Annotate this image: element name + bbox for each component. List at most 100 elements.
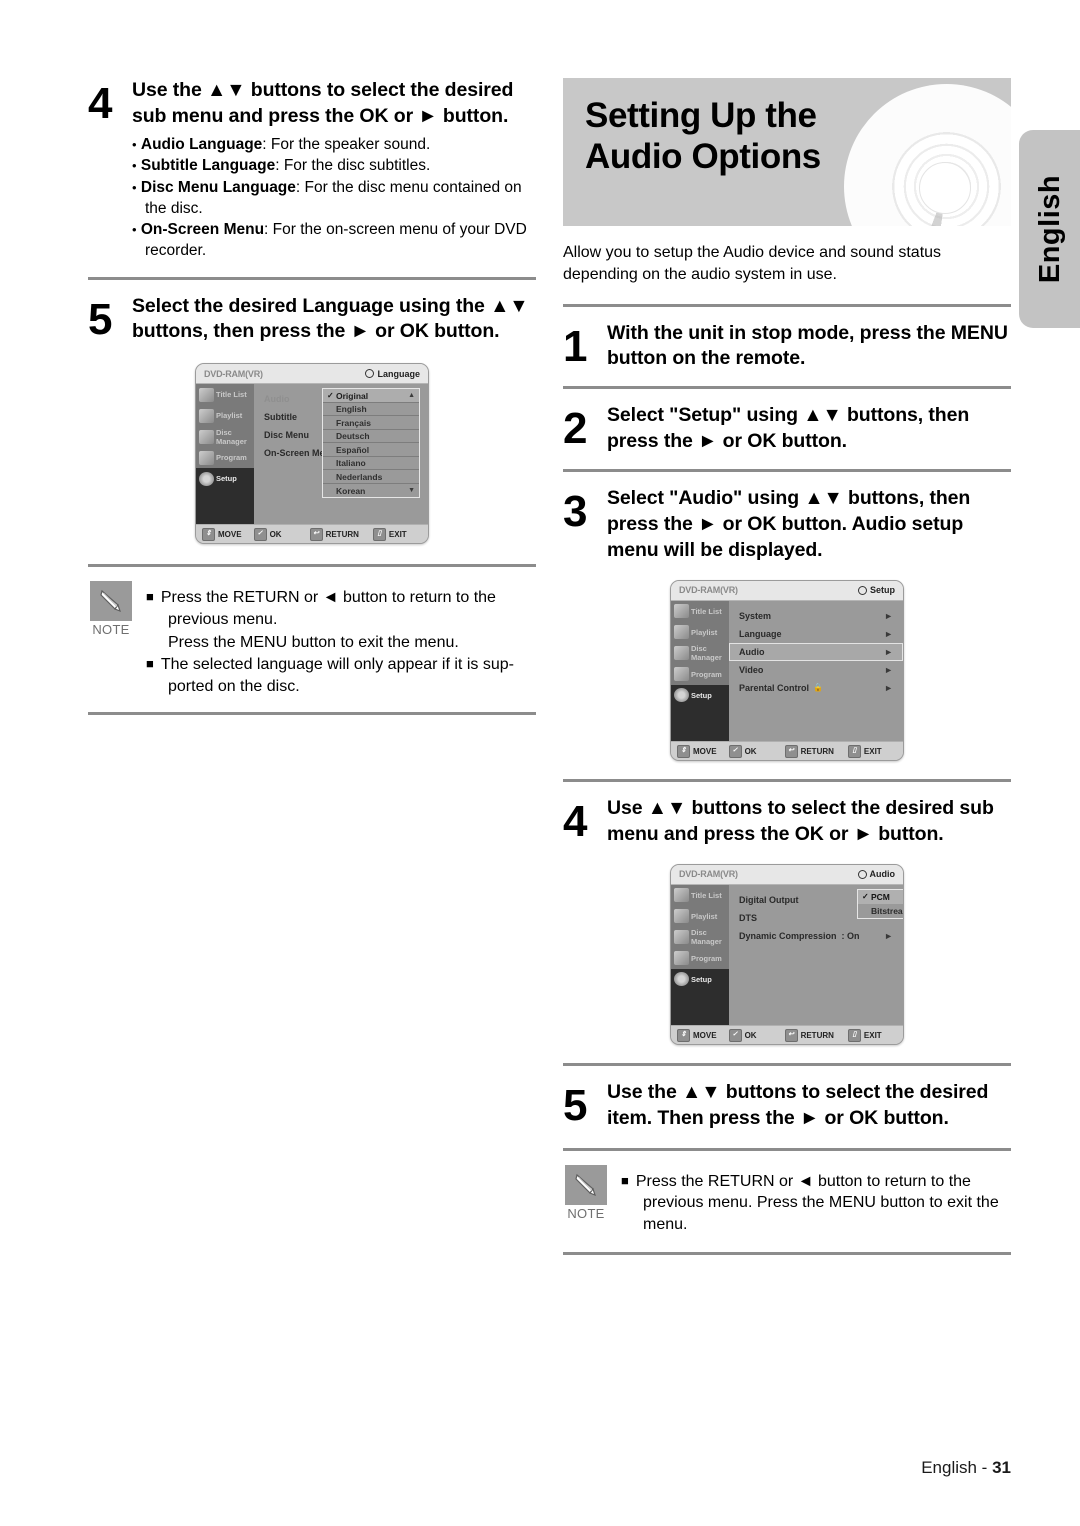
- bullet-term: Audio Language: [140, 135, 263, 153]
- language-option[interactable]: Nederlands: [323, 470, 419, 484]
- step-title: Select "Setup" using ▲▼ buttons, then pr…: [607, 404, 970, 453]
- page-footer: English - 31: [921, 1458, 1011, 1478]
- gear-icon: [857, 585, 867, 595]
- osd-move-button[interactable]: ⇕ MOVE: [677, 744, 717, 758]
- menu-row-parental-control[interactable]: Parental Control 🔒 ►: [729, 679, 903, 697]
- gear-icon: [674, 688, 689, 703]
- menu-row-video[interactable]: Video ►: [729, 661, 903, 679]
- language-option[interactable]: Deutsch: [323, 430, 419, 444]
- square-bullet-icon: ■: [146, 656, 154, 672]
- square-bullet-icon: ■: [621, 1172, 629, 1188]
- list-item: • Subtitle Language: For the disc subtit…: [132, 157, 431, 175]
- menu-row-label: Language: [739, 628, 782, 639]
- side-tab-label: English: [1033, 174, 1066, 284]
- osd-move-button[interactable]: ⇕ MOVE: [202, 528, 242, 542]
- sidebar-item-program[interactable]: Program: [671, 947, 729, 969]
- osd-content: Digital Output DTS Dynamic Compression: …: [729, 884, 903, 1025]
- step-title: Select the desired Language using the ▲▼…: [132, 294, 529, 343]
- square-bullet-icon: ■: [146, 589, 154, 605]
- sidebar-item-label: Setup: [216, 474, 237, 484]
- sidebar-item-title-list[interactable]: Title List: [671, 884, 729, 906]
- section-divider: [563, 1252, 1011, 1256]
- osd-button-label: RETURN: [325, 530, 359, 540]
- digital-output-dropdown[interactable]: ✓PCM Bitstream: [857, 888, 903, 919]
- section-divider: [563, 386, 1011, 390]
- sidebar-item-title-list[interactable]: Title List: [196, 384, 254, 406]
- sidebar-item-label: Playlist: [691, 911, 718, 921]
- osd-ok-button[interactable]: ✓ OK: [253, 528, 282, 542]
- language-option[interactable]: Italiano: [323, 457, 419, 471]
- language-option[interactable]: Korean ▼: [323, 484, 419, 498]
- pencil-glyph: [575, 1173, 596, 1196]
- sidebar-item-setup[interactable]: Setup: [671, 684, 729, 706]
- osd-return-button[interactable]: ↩ RETURN: [784, 744, 834, 758]
- playlist-icon: [674, 909, 689, 924]
- section-divider: [88, 276, 536, 280]
- language-option[interactable]: Español: [323, 443, 419, 457]
- language-option[interactable]: English: [323, 403, 419, 417]
- language-dropdown[interactable]: ✓ Original ▲ English Français Deutsch Espa…: [322, 388, 420, 499]
- sidebar-item-playlist[interactable]: Playlist: [671, 905, 729, 927]
- sidebar-item-setup[interactable]: Setup: [671, 968, 729, 990]
- osd-mode: Audio: [857, 869, 895, 879]
- sidebar-item-setup[interactable]: Setup: [196, 468, 254, 490]
- step-title: Use the ▲▼ buttons to select the desired…: [607, 1080, 989, 1129]
- digital-output-option[interactable]: Bitstream: [858, 904, 903, 918]
- sidebar-item-title-list[interactable]: Title List: [671, 600, 729, 622]
- title-list-icon: [199, 387, 214, 402]
- osd-exit-button[interactable]: ▯ EXIT: [847, 1028, 882, 1042]
- language-option-label: Italiano: [336, 458, 366, 469]
- note-body: ■ Press the RETURN or ◄ button to return …: [609, 1165, 1011, 1237]
- menu-row-label: Parental Control: [739, 682, 810, 693]
- osd-move-button[interactable]: ⇕ MOVE: [677, 1028, 717, 1042]
- menu-row-system[interactable]: System ►: [729, 607, 903, 625]
- osd-mode: Setup: [857, 585, 895, 595]
- menu-row-label: DTS: [739, 912, 757, 923]
- sidebar-item-label: Title List: [691, 606, 722, 616]
- sidebar-item-label: Setup: [691, 690, 712, 700]
- language-option[interactable]: ✓ Original ▲: [323, 389, 419, 403]
- osd-return-button[interactable]: ↩ RETURN: [309, 528, 359, 542]
- sidebar-item-label: Title List: [216, 390, 247, 400]
- osd-button-bar: ⇕ MOVE ✓ OK ↩ RETURN ▯ EXIT: [671, 740, 903, 760]
- sidebar-item-program[interactable]: Program: [671, 663, 729, 685]
- sidebar-item-playlist[interactable]: Playlist: [196, 405, 254, 427]
- osd-mode-label: Language: [377, 368, 420, 379]
- step-number: 3: [563, 487, 588, 537]
- sidebar-item-disc-manager[interactable]: Disc Manager: [671, 642, 729, 664]
- osd-exit-button[interactable]: ▯ EXIT: [372, 528, 407, 542]
- list-item: • On-Screen Menu: For the on-screen menu…: [132, 221, 527, 259]
- language-option[interactable]: Français: [323, 416, 419, 430]
- language-side-tab: English: [1019, 130, 1080, 328]
- osd-content: System ► Language ► Audio ► Video ► Parental…: [729, 600, 903, 741]
- step-number: 2: [563, 404, 588, 454]
- return-icon: ↩: [784, 744, 798, 758]
- exit-icon: ▯: [372, 528, 386, 542]
- sidebar-item-label: Disc Manager: [216, 427, 247, 446]
- sidebar-item-playlist[interactable]: Playlist: [671, 621, 729, 643]
- disc-manager-icon: [674, 646, 689, 661]
- step-number: 4: [88, 79, 113, 128]
- section-divider: [88, 564, 536, 568]
- sidebar-item-program[interactable]: Program: [196, 447, 254, 469]
- sidebar-item-label: Playlist: [216, 411, 243, 421]
- osd-exit-button[interactable]: ▯ EXIT: [847, 744, 882, 758]
- osd-ok-button[interactable]: ✓ OK: [728, 744, 757, 758]
- menu-row-audio[interactable]: Audio ►: [729, 642, 903, 661]
- menu-row-language[interactable]: Language ►: [729, 625, 903, 643]
- menu-row-dynamic-compression[interactable]: Dynamic Compression: On ►: [729, 927, 903, 945]
- return-icon: ↩: [784, 1028, 798, 1042]
- section-divider: [563, 778, 1011, 782]
- menu-row-label: Disc Menu: [264, 430, 310, 441]
- osd-return-button[interactable]: ↩ RETURN: [784, 1028, 834, 1042]
- sidebar-item-disc-manager[interactable]: Disc Manager: [671, 926, 729, 948]
- osd-ok-button[interactable]: ✓ OK: [728, 1028, 757, 1042]
- osd-titlebar: DVD-RAM(VR) Setup: [671, 580, 903, 601]
- sidebar-filler: [671, 989, 729, 1025]
- ok-icon: ✓: [728, 1028, 742, 1042]
- sidebar-item-label: Disc Manager: [691, 928, 722, 947]
- sidebar-item-disc-manager[interactable]: Disc Manager: [196, 426, 254, 448]
- digital-output-option[interactable]: ✓ PCM: [858, 889, 903, 904]
- osd-titlebar: DVD-RAM(VR) Language: [196, 364, 428, 385]
- chevron-right-icon: ►: [884, 610, 893, 621]
